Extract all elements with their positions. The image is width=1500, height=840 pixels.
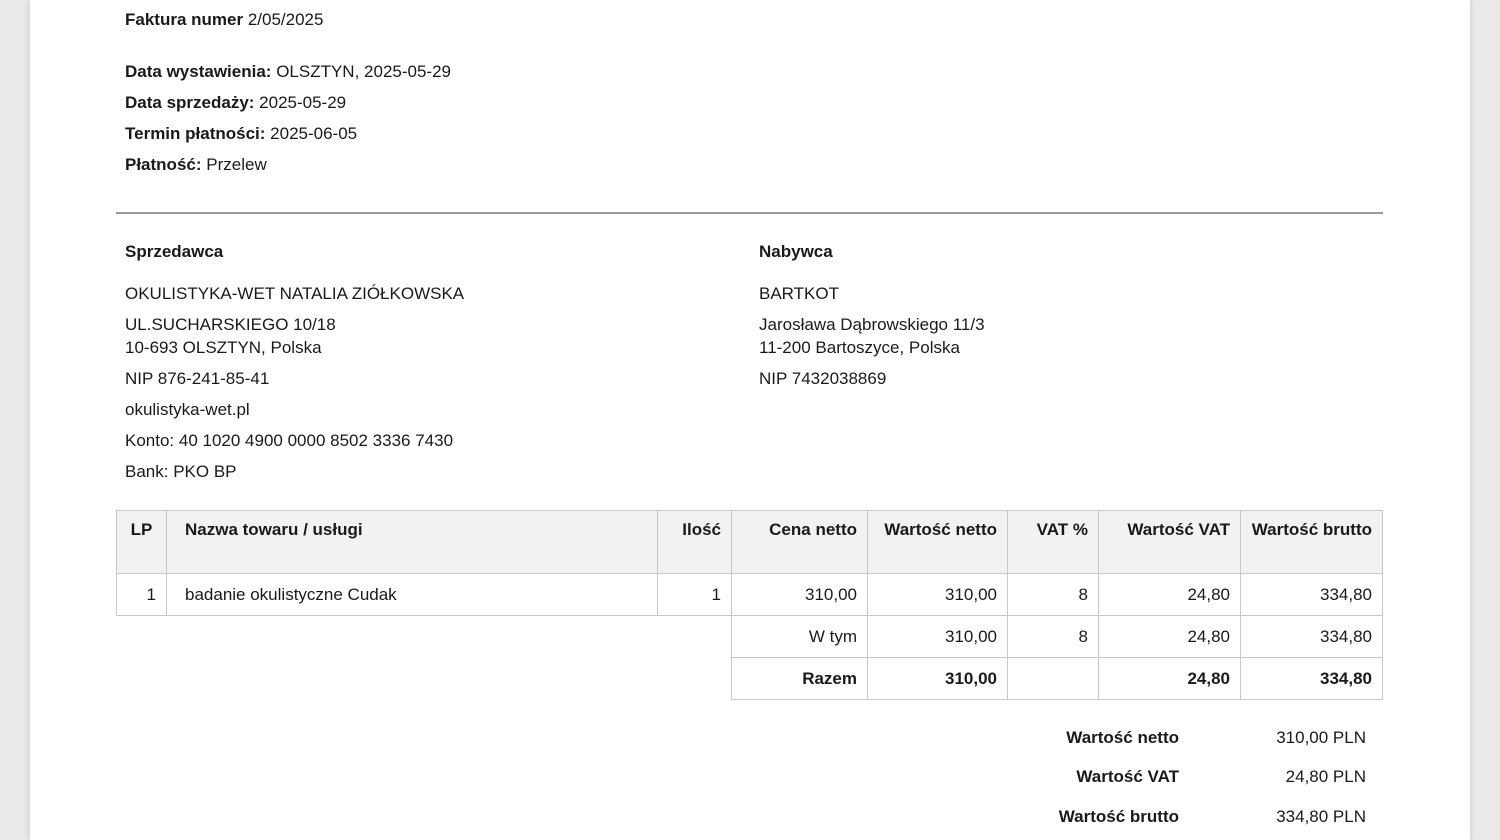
- cell-net: 310,00: [867, 573, 1008, 616]
- issue-date-value: OLSZTYN, 2025-05-29: [276, 62, 451, 81]
- summary-vat-value: 24,80 PLN: [1285, 767, 1366, 786]
- col-header-vat: Wartość VAT: [1098, 510, 1241, 574]
- col-header-name: Nazwa towaru / usługi: [166, 510, 658, 574]
- razem-net: 310,00: [867, 657, 1008, 700]
- invoice-number-label: Faktura numer: [125, 10, 244, 29]
- cell-gross: 334,80: [1240, 573, 1383, 616]
- seller-nip: NIP 876-241-85-41: [125, 369, 270, 388]
- due-date-value: 2025-06-05: [270, 124, 358, 143]
- sale-date-label: Data sprzedaży:: [125, 93, 255, 112]
- cell-name: badanie okulistyczne Cudak: [166, 573, 658, 616]
- buyer-name: BARTKOT: [759, 284, 839, 303]
- sale-date: Data sprzedaży: 2025-05-29: [125, 93, 346, 113]
- cell-qty: 1: [657, 573, 732, 616]
- items-table: LP Nazwa towaru / usługi Ilość Cena nett…: [116, 510, 1383, 700]
- wtym-vat: 24,80: [1098, 615, 1241, 658]
- payment-method-label: Płatność:: [125, 155, 202, 174]
- seller-website: okulistyka-wet.pl: [125, 400, 250, 419]
- invoice-number-value: 2/05/2025: [247, 10, 324, 29]
- issue-date: Data wystawienia: OLSZTYN, 2025-05-29: [125, 62, 451, 82]
- seller-street: UL.SUCHARSKIEGO 10/18: [125, 315, 336, 334]
- razem-row: Razem 310,00 24,80 334,80: [117, 657, 1383, 700]
- razem-gross: 334,80: [1240, 657, 1383, 700]
- summary-gross-label: Wartość brutto: [1058, 807, 1179, 826]
- col-header-vat-pct: VAT %: [1007, 510, 1099, 574]
- col-header-qty: Ilość: [657, 510, 732, 574]
- seller-heading: Sprzedawca: [125, 242, 224, 261]
- seller-bank: Bank: PKO BP: [125, 462, 237, 481]
- section-divider: [116, 212, 1383, 214]
- summary-gross-value: 334,80 PLN: [1276, 807, 1366, 826]
- wtym-gross: 334,80: [1240, 615, 1383, 658]
- razem-vat: 24,80: [1098, 657, 1241, 700]
- summary-vat-label: Wartość VAT: [1076, 767, 1179, 786]
- wtym-label: W tym: [731, 615, 868, 658]
- col-header-net: Wartość netto: [867, 510, 1008, 574]
- razem-label: Razem: [731, 657, 868, 700]
- buyer-nip: NIP 7432038869: [759, 369, 887, 388]
- due-date: Termin płatności: 2025-06-05: [125, 124, 357, 144]
- table-header-row: LP Nazwa towaru / usługi Ilość Cena nett…: [116, 510, 1383, 574]
- wtym-vat-pct: 8: [1007, 615, 1099, 658]
- payment-method-value: Przelew: [206, 155, 267, 174]
- col-header-price: Cena netto: [731, 510, 868, 574]
- sale-date-value: 2025-05-29: [259, 93, 347, 112]
- col-header-lp: LP: [116, 510, 167, 574]
- cell-vat: 24,80: [1098, 573, 1241, 616]
- cell-vat-pct: 8: [1007, 573, 1099, 616]
- wtym-net: 310,00: [867, 615, 1008, 658]
- buyer-street: Jarosława Dąbrowskiego 11/3: [759, 315, 985, 334]
- cell-lp: 1: [116, 573, 167, 616]
- summary-net-label: Wartość netto: [1066, 728, 1179, 747]
- cell-price: 310,00: [731, 573, 868, 616]
- wtym-row: W tym 310,00 8 24,80 334,80: [117, 615, 1383, 658]
- due-date-label: Termin płatności:: [125, 124, 266, 143]
- seller-city: 10-693 OLSZTYN, Polska: [125, 338, 322, 357]
- seller-name: OKULISTYKA-WET NATALIA ZIÓŁKOWSKA: [125, 284, 465, 303]
- summary-net-value: 310,00 PLN: [1276, 728, 1366, 747]
- buyer-city: 11-200 Bartoszyce, Polska: [759, 338, 960, 357]
- payment-method: Płatność: Przelew: [125, 155, 267, 175]
- invoice-number: Faktura numer 2/05/2025: [125, 10, 323, 30]
- table-row: 1 badanie okulistyczne Cudak 1 310,00 31…: [116, 573, 1383, 616]
- col-header-gross: Wartość brutto: [1240, 510, 1383, 574]
- razem-vat-pct: [1007, 657, 1099, 700]
- seller-account: Konto: 40 1020 4900 0000 8502 3336 7430: [125, 431, 454, 450]
- buyer-heading: Nabywca: [759, 242, 833, 261]
- issue-date-label: Data wystawienia:: [125, 62, 272, 81]
